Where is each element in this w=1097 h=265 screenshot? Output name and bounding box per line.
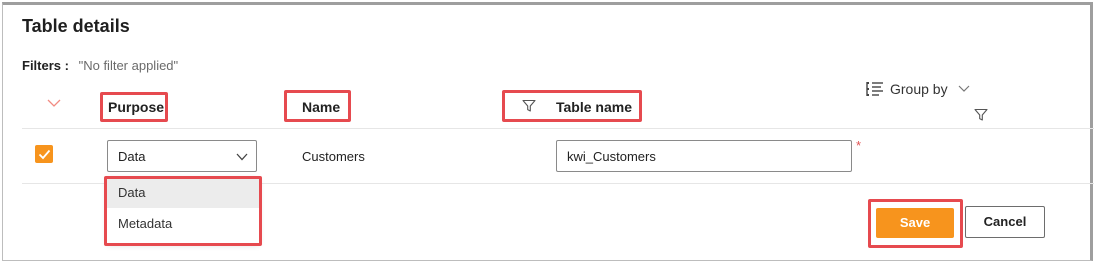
table-name-input[interactable]: kwi_Customers (556, 140, 852, 172)
page-title: Table details (22, 16, 130, 36)
filters-bar: Filters : "No filter applied" (22, 58, 178, 73)
filters-label: Filters : (22, 58, 69, 73)
highlight-table-name (502, 90, 642, 122)
highlight-dropdown (104, 176, 262, 246)
checkmark-icon (38, 149, 50, 159)
chevron-down-icon (236, 153, 248, 161)
highlight-save (868, 199, 963, 248)
sort-chevron-icon[interactable] (47, 98, 61, 108)
row-name: Customers (302, 149, 365, 164)
cancel-button[interactable]: Cancel (965, 206, 1045, 238)
highlight-name (284, 90, 351, 122)
required-marker: * (856, 138, 862, 153)
group-by-icon (866, 82, 883, 96)
purpose-select[interactable]: Data (107, 140, 257, 172)
chevron-down-icon (958, 85, 970, 92)
purpose-select-value: Data (118, 149, 146, 164)
group-by-control[interactable]: Group by (866, 81, 970, 97)
group-by-label: Group by (890, 81, 948, 97)
filters-value: "No filter applied" (78, 58, 179, 73)
highlight-purpose (100, 92, 168, 122)
header-divider (22, 128, 1094, 129)
column-filter-icon[interactable] (974, 108, 988, 122)
row-checkbox[interactable] (35, 145, 53, 163)
